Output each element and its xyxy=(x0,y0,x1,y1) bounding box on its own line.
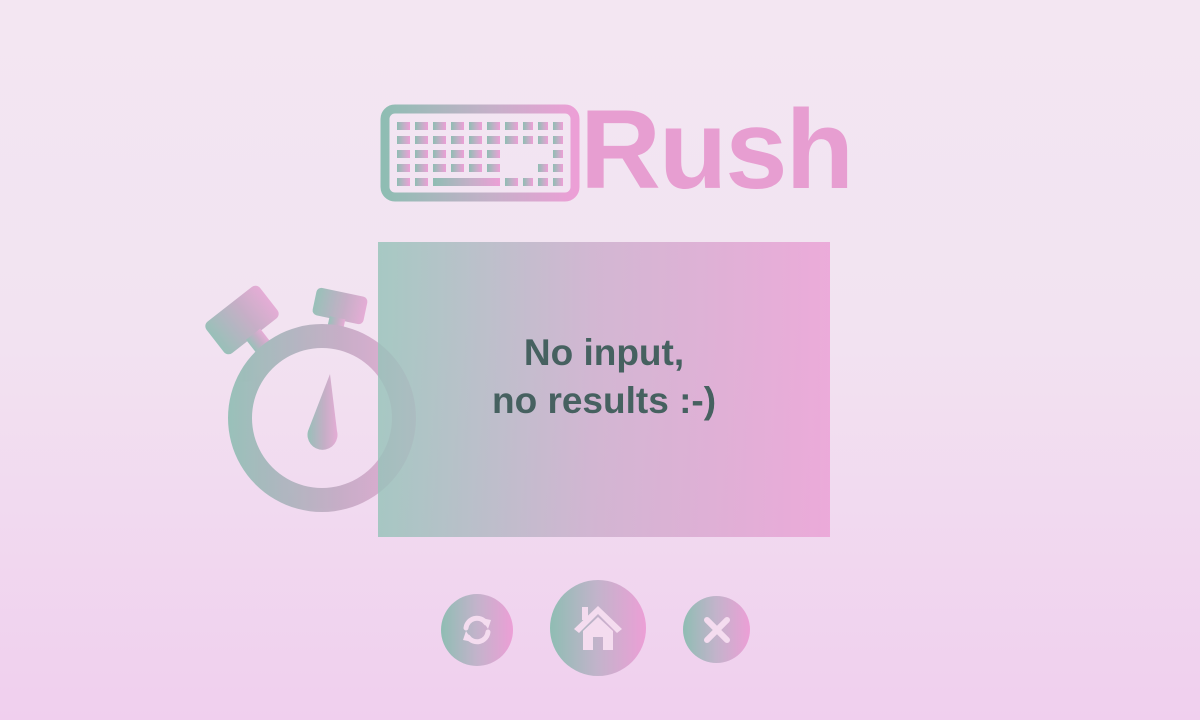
logo-text: Rush xyxy=(580,87,854,212)
close-icon xyxy=(703,616,730,643)
keyboard-icon xyxy=(380,104,580,202)
refresh-icon xyxy=(463,615,491,645)
home-icon xyxy=(574,606,622,650)
result-line-1: No input, xyxy=(523,331,685,373)
refresh-button[interactable] xyxy=(441,594,513,666)
result-message: No input, no results :-) xyxy=(492,329,716,425)
result-line-2: no results :-) xyxy=(491,379,717,421)
app-logo: Rush xyxy=(380,94,854,210)
home-button[interactable] xyxy=(550,580,646,676)
result-panel: No input, no results :-) xyxy=(378,242,830,537)
close-button[interactable] xyxy=(683,596,750,663)
